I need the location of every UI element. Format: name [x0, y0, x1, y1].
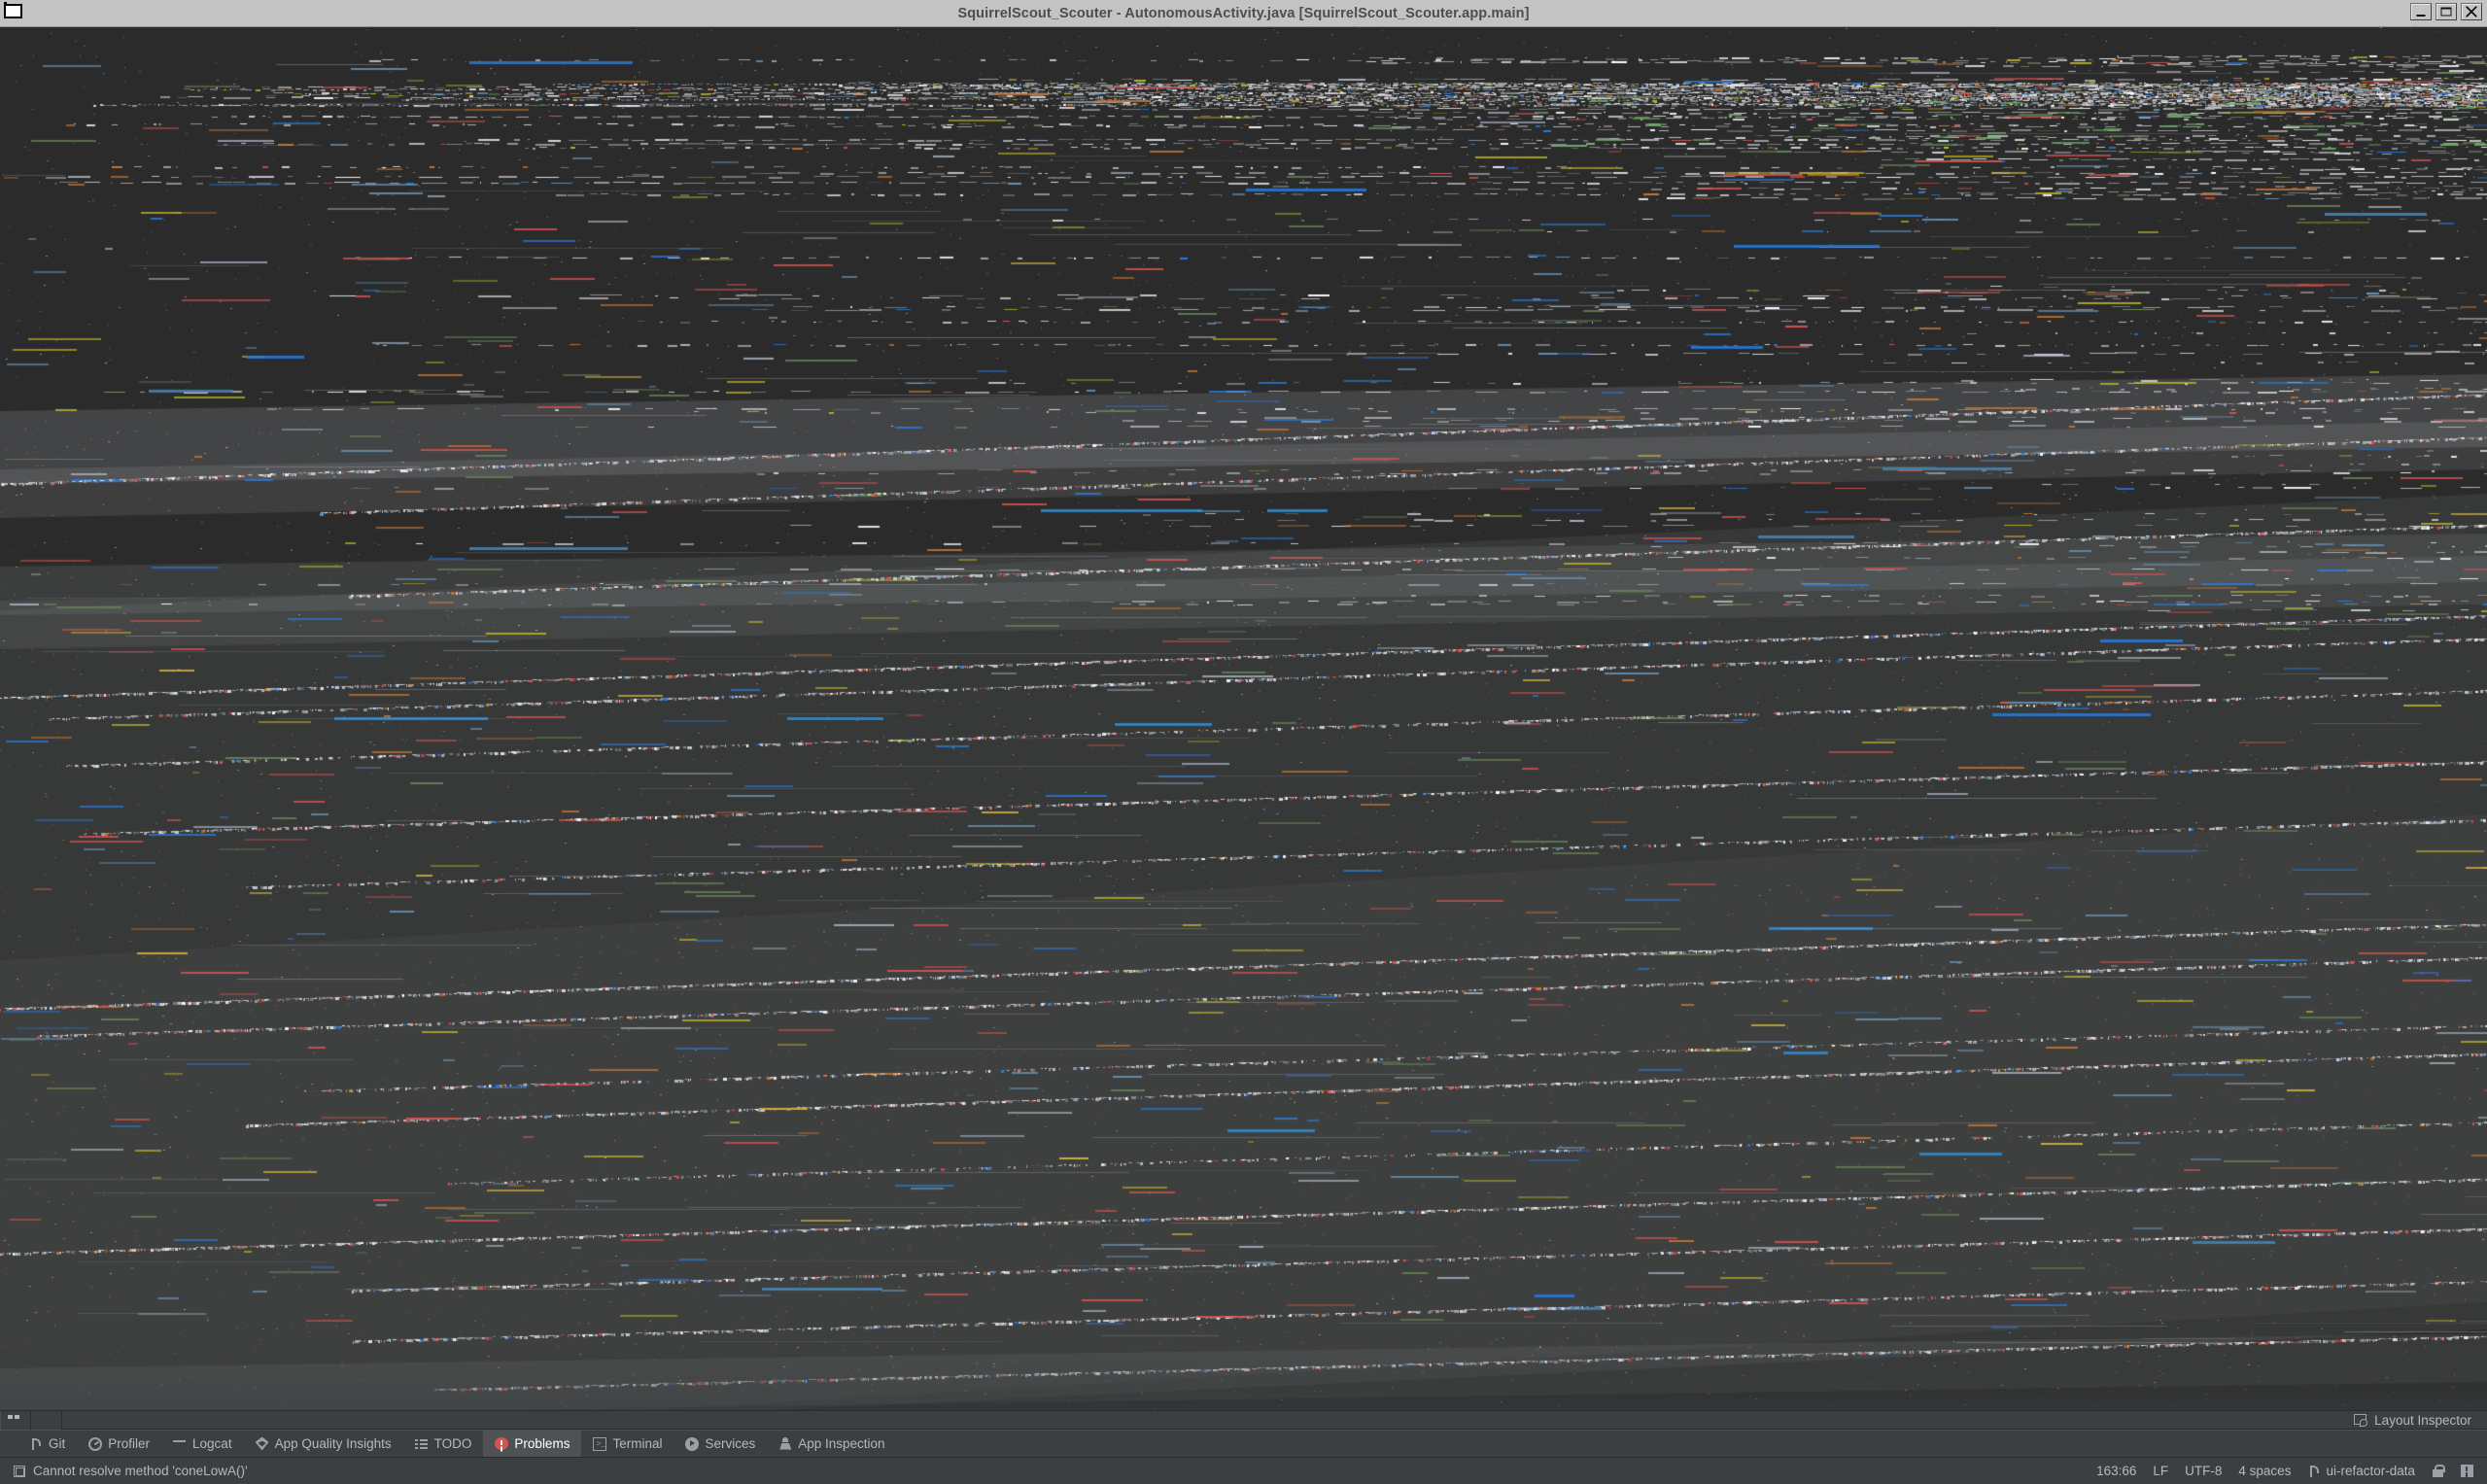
memo-icon	[14, 1465, 25, 1477]
layout-inspector-button[interactable]: Layout Inspector	[2354, 1413, 2471, 1428]
window-controls	[2410, 3, 2482, 20]
gauge-icon	[88, 1436, 103, 1451]
tool-tab-label: Logcat	[192, 1435, 232, 1451]
close-button[interactable]	[2461, 3, 2482, 20]
layout-inspector-label: Layout Inspector	[2374, 1413, 2471, 1428]
tool-tab-app-quality-insights[interactable]: App Quality Insights	[244, 1431, 403, 1457]
minimize-icon	[2416, 15, 2426, 17]
branch-icon	[29, 1437, 43, 1451]
bottom-panel: Git Profiler Logcat App Quality Insights TOD…	[0, 1410, 2487, 1484]
notification-icon[interactable]	[2461, 1465, 2473, 1477]
status-bar: Cannot resolve method 'coneLowA()' 163:6…	[0, 1457, 2487, 1484]
window-system-menu-icon[interactable]	[4, 2, 22, 18]
tool-window-tab-strip: Git Profiler Logcat App Quality Insights TOD…	[0, 1430, 2487, 1457]
lock-icon[interactable]	[2432, 1465, 2445, 1477]
tool-tab-label: Git	[49, 1435, 66, 1451]
glitch-render-surface	[0, 27, 2487, 1410]
indent-setting[interactable]: 4 spaces	[2238, 1464, 2291, 1478]
caret-position[interactable]: 163:66	[2096, 1464, 2136, 1478]
close-icon	[2466, 6, 2477, 17]
collapsed-tool-tab[interactable]	[0, 1411, 31, 1430]
branch-icon	[2307, 1465, 2321, 1477]
line-separator[interactable]: LF	[2153, 1464, 2168, 1478]
window-title: SquirrelScout_Scouter - AutonomousActivi…	[957, 5, 1530, 21]
tool-tab-logcat[interactable]: Logcat	[161, 1431, 244, 1457]
tool-tab-todo[interactable]: TODO	[403, 1431, 484, 1457]
tool-tab-label: App Inspection	[798, 1435, 885, 1451]
status-message: Cannot resolve method 'coneLowA()'	[33, 1464, 248, 1478]
status-message-group[interactable]: Cannot resolve method 'coneLowA()'	[0, 1464, 248, 1478]
git-branch-label: ui-refactor-data	[2326, 1464, 2415, 1478]
git-branch-widget[interactable]: ui-refactor-data	[2307, 1464, 2415, 1478]
lines-icon	[173, 1437, 187, 1451]
tool-tab-label: Problems	[514, 1435, 570, 1451]
collapsed-tool-tab-2[interactable]	[31, 1411, 62, 1430]
tool-tab-terminal[interactable]: Terminal	[581, 1431, 674, 1457]
list-icon	[414, 1437, 429, 1451]
ide-window: SquirrelScout_Scouter - AutonomousActivi…	[0, 0, 2487, 1484]
layout-inspector-icon	[2354, 1414, 2368, 1427]
editor-area-corrupted[interactable]	[0, 27, 2487, 1410]
file-encoding[interactable]: UTF-8	[2185, 1464, 2222, 1478]
inspect-icon	[778, 1436, 792, 1451]
terminal-icon	[593, 1436, 607, 1451]
tab-strip-filler	[62, 1411, 2487, 1430]
tool-tab-git[interactable]: Git	[17, 1431, 77, 1457]
tool-tab-profiler[interactable]: Profiler	[77, 1431, 161, 1457]
tool-tab-app-inspection[interactable]: App Inspection	[767, 1431, 896, 1457]
tool-tab-problems[interactable]: Problems	[483, 1431, 582, 1457]
tool-tab-label: TODO	[433, 1435, 472, 1451]
dots-icon	[8, 1415, 19, 1419]
title-bar[interactable]: SquirrelScout_Scouter - AutonomousActivi…	[0, 0, 2487, 27]
collapsed-tool-tabs	[0, 1410, 2487, 1430]
maximize-icon	[2440, 7, 2452, 17]
minimize-button[interactable]	[2410, 3, 2432, 20]
tool-tab-label: Profiler	[108, 1435, 151, 1451]
play-icon	[685, 1436, 700, 1451]
tool-tab-label: Terminal	[612, 1435, 663, 1451]
tool-tab-label: Services	[705, 1435, 756, 1451]
diamond-icon	[255, 1436, 269, 1451]
tool-tab-services[interactable]: Services	[674, 1431, 767, 1457]
tool-tab-label: App Quality Insights	[274, 1435, 392, 1451]
error-icon	[495, 1437, 509, 1450]
maximize-button[interactable]	[2435, 3, 2457, 20]
status-indicators: 163:66 LF UTF-8 4 spaces ui-refactor-dat…	[2096, 1464, 2487, 1478]
